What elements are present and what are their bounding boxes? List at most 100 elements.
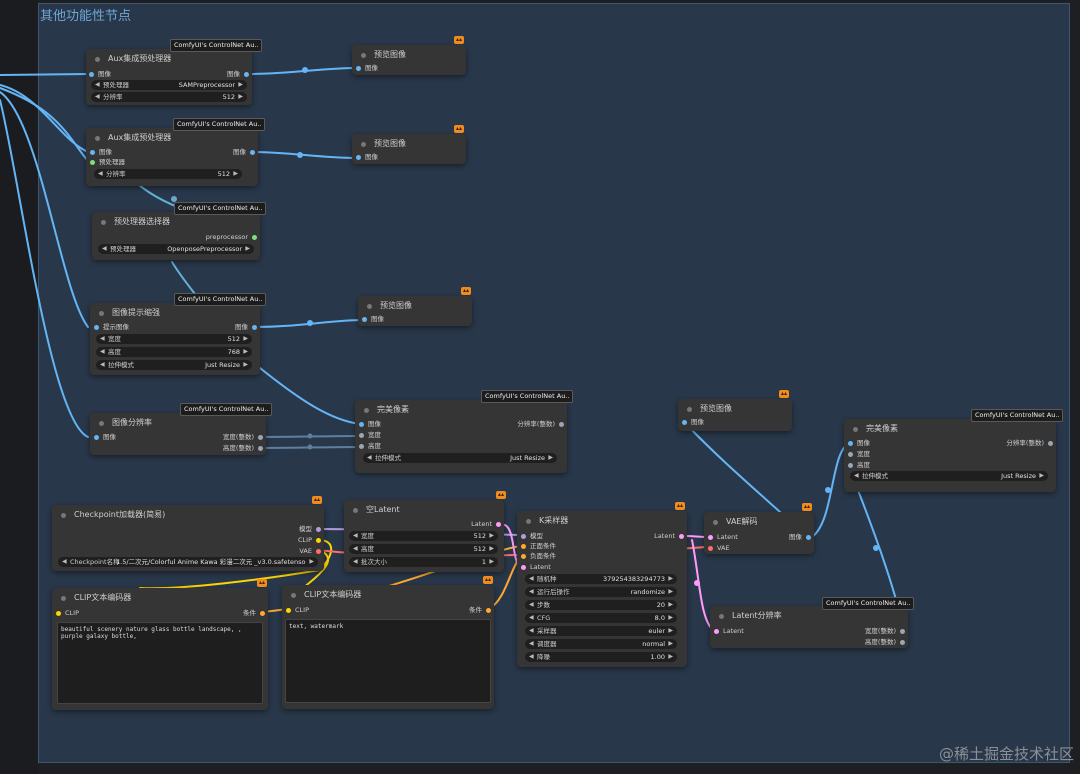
input-image[interactable]: 图像 xyxy=(89,69,111,80)
scheduler-combo[interactable]: ◀ 调度器 normal ▶ xyxy=(525,639,677,649)
aux-preprocessor-node-2[interactable]: Aux集成预处理器 图像 预处理器 图像 ◀ 分辨率 512 ▶ xyxy=(86,128,258,186)
output-image[interactable]: 图像 xyxy=(233,147,255,158)
input-image[interactable]: 图像 xyxy=(356,63,378,74)
resize-mode-combo[interactable]: ◀ 拉伸模式 Just Resize ▶ xyxy=(363,453,557,463)
node-title: Aux集成预处理器 xyxy=(86,128,258,148)
image-hint-node[interactable]: 图像提示缩强 提示图像 图像 ◀ 宽度 512 ▶ ◀ 高度 768 ▶ ◀ 拉伸模式 Just… xyxy=(90,303,260,375)
node-title: 预览图像 xyxy=(358,296,472,316)
group-title: 其他功能性节点 xyxy=(40,9,132,24)
input-latent[interactable]: Latent xyxy=(714,626,744,637)
input-height[interactable]: 高度 xyxy=(359,441,381,452)
vae-decode-node[interactable]: VAE解码 Latent VAE 图像 xyxy=(704,512,814,554)
output-height[interactable]: 高度(整数) xyxy=(865,637,905,648)
output-image[interactable]: 图像 xyxy=(227,69,249,80)
resolution-slider[interactable]: ◀ 分辨率 512 ▶ xyxy=(94,169,242,179)
source-badge: ComfyUI's ControlNet Au.. xyxy=(170,39,263,52)
output-latent[interactable]: Latent xyxy=(654,531,684,542)
node-title: VAE解码 xyxy=(704,512,814,532)
input-clip[interactable]: CLIP xyxy=(286,605,309,616)
resize-mode-combo[interactable]: ◀ 拉伸模式 Just Resize ▶ xyxy=(850,471,1048,481)
steps-slider[interactable]: ◀ 步数 20 ▶ xyxy=(525,600,677,610)
preprocessor-combo[interactable]: ◀ 预处理器 SAMPreprocessor ▶ xyxy=(91,80,247,90)
output-vae[interactable]: VAE xyxy=(299,546,321,557)
batch-size-slider[interactable]: ◀ 批次大小 1 ▶ xyxy=(349,557,498,567)
source-badge: ComfyUI's ControlNet Au.. xyxy=(180,403,273,416)
node-title: 图像分辨率 xyxy=(90,413,266,433)
output-latent[interactable]: Latent xyxy=(471,519,501,530)
output-preprocessor[interactable]: preprocessor xyxy=(206,232,257,243)
empty-latent-node[interactable]: 空Latent Latent ◀ 宽度 512 ▶ ◀ 高度 512 ▶ ◀ 批次大小 1 ▶ xyxy=(344,500,504,572)
output-height[interactable]: 高度(整数) xyxy=(223,443,263,454)
input-image[interactable]: 图像 xyxy=(362,314,384,325)
output-image[interactable]: 图像 xyxy=(235,322,257,333)
input-width[interactable]: 宽度 xyxy=(848,449,870,460)
input-hint-image[interactable]: 提示图像 xyxy=(94,322,129,333)
fox-icon: ▴▴ xyxy=(802,503,812,511)
clip-text-encoder-node-2[interactable]: CLIP文本编码器 CLIP 条件 text, watermark xyxy=(282,585,494,709)
input-image[interactable]: 图像 xyxy=(682,417,704,428)
input-latent[interactable]: Latent xyxy=(708,532,738,543)
node-title: 预览图像 xyxy=(352,134,466,154)
node-title: 空Latent xyxy=(344,500,504,520)
resize-mode-combo[interactable]: ◀ 拉伸模式 Just Resize ▶ xyxy=(96,360,252,370)
source-badge: ComfyUI's ControlNet Au.. xyxy=(822,597,915,610)
input-vae[interactable]: VAE xyxy=(708,543,730,554)
preview-image-node-1[interactable]: 预览图像 图像 xyxy=(352,45,466,75)
input-negative[interactable]: 负面条件 xyxy=(521,551,556,562)
cfg-slider[interactable]: ◀ CFG 8.0 ▶ xyxy=(525,613,677,623)
source-badge: ComfyUI's ControlNet Au.. xyxy=(174,293,267,306)
node-title: 预处理器选择器 xyxy=(92,212,260,232)
input-latent[interactable]: Latent xyxy=(521,562,551,573)
output-conditioning[interactable]: 条件 xyxy=(469,605,491,616)
output-conditioning[interactable]: 条件 xyxy=(243,608,265,619)
preview-image-node-2[interactable]: 预览图像 图像 xyxy=(352,134,466,164)
source-badge: ComfyUI's ControlNet Au.. xyxy=(481,390,574,403)
input-image[interactable]: 图像 xyxy=(359,419,381,430)
watermark: @稀土掘金技术社区 xyxy=(938,745,1074,763)
prompt-textarea[interactable]: beautiful scenery nature glass bottle la… xyxy=(57,622,263,704)
image-resolution-node[interactable]: 图像分辨率 图像 宽度(整数) 高度(整数) xyxy=(90,413,266,455)
width-slider[interactable]: ◀ 宽度 512 ▶ xyxy=(96,334,252,344)
input-image[interactable]: 图像 xyxy=(94,432,116,443)
preprocessor-combo[interactable]: ◀ 预处理器 OpenposePreprocessor ▶ xyxy=(98,244,254,254)
output-resolution[interactable]: 分辨率(整数) xyxy=(517,419,564,430)
preview-image-node-4[interactable]: 预览图像 图像 xyxy=(678,399,792,431)
preview-image-node-3[interactable]: 预览图像 图像 xyxy=(358,296,472,326)
resolution-slider[interactable]: ◀ 分辨率 512 ▶ xyxy=(91,92,247,102)
input-image[interactable]: 图像 xyxy=(356,152,378,163)
sampler-combo[interactable]: ◀ 采样器 euler ▶ xyxy=(525,626,677,636)
source-badge: ComfyUI's ControlNet Au.. xyxy=(971,409,1064,422)
perfect-pixel-node-1[interactable]: 完美像素 图像 宽度 高度 分辨率(整数) ◀ 拉伸模式 Just Resize ▶ xyxy=(355,400,567,473)
output-image[interactable]: 图像 xyxy=(789,532,811,543)
output-resolution[interactable]: 分辨率(整数) xyxy=(1006,438,1053,449)
input-clip[interactable]: CLIP xyxy=(56,608,79,619)
node-title: 图像提示缩强 xyxy=(90,303,260,323)
source-badge: ComfyUI's ControlNet Au.. xyxy=(174,202,267,215)
node-title: 预览图像 xyxy=(352,45,466,65)
checkpoint-combo[interactable]: ◀ Checkpoint名称 1.5/二次元/Colorful Anime Kawa… xyxy=(58,557,318,567)
node-title: CLIP文本编码器 xyxy=(52,588,268,608)
width-slider[interactable]: ◀ 宽度 512 ▶ xyxy=(349,531,498,541)
control-after-generate-combo[interactable]: ◀ 运行后操作 randomize ▶ xyxy=(525,587,677,597)
height-slider[interactable]: ◀ 高度 768 ▶ xyxy=(96,347,252,357)
seed-slider[interactable]: ◀ 随机种 379254383294773 ▶ xyxy=(525,574,677,584)
preprocessor-selector-node[interactable]: 预处理器选择器 preprocessor ◀ 预处理器 OpenposePrepro… xyxy=(92,212,260,260)
input-width[interactable]: 宽度 xyxy=(359,430,381,441)
prompt-textarea[interactable]: text, watermark xyxy=(285,619,491,703)
output-width[interactable]: 宽度(整数) xyxy=(865,626,905,637)
height-slider[interactable]: ◀ 高度 512 ▶ xyxy=(349,544,498,554)
latent-resolution-node[interactable]: Latent分辨率 Latent 宽度(整数) 高度(整数) xyxy=(710,606,908,648)
clip-text-encoder-node-1[interactable]: CLIP文本编码器 CLIP 条件 beautiful scenery natu… xyxy=(52,588,268,710)
fox-icon: ▴▴ xyxy=(454,36,464,44)
perfect-pixel-node-2[interactable]: 完美像素 图像 宽度 高度 分辨率(整数) ◀ 拉伸模式 Just Resize ▶ xyxy=(844,419,1056,492)
output-clip[interactable]: CLIP xyxy=(298,535,321,546)
output-width[interactable]: 宽度(整数) xyxy=(223,432,263,443)
input-preprocessor[interactable]: 预处理器 xyxy=(90,157,125,168)
aux-preprocessor-node-1[interactable]: Aux集成预处理器 图像 图像 ◀ 预处理器 SAMPreprocessor ▶ ◀ 分… xyxy=(86,49,252,105)
checkpoint-loader-node[interactable]: Checkpoint加载器(简易) 模型 CLIP VAE ◀ Checkpoin… xyxy=(52,505,324,571)
denoise-slider[interactable]: ◀ 降噪 1.00 ▶ xyxy=(525,652,677,662)
ksampler-node[interactable]: K采样器 模型 正面条件 负面条件 Latent Latent ◀ 随机种 3792… xyxy=(517,511,687,667)
input-image[interactable]: 图像 xyxy=(848,438,870,449)
output-model[interactable]: 模型 xyxy=(299,524,321,535)
input-height[interactable]: 高度 xyxy=(848,460,870,471)
